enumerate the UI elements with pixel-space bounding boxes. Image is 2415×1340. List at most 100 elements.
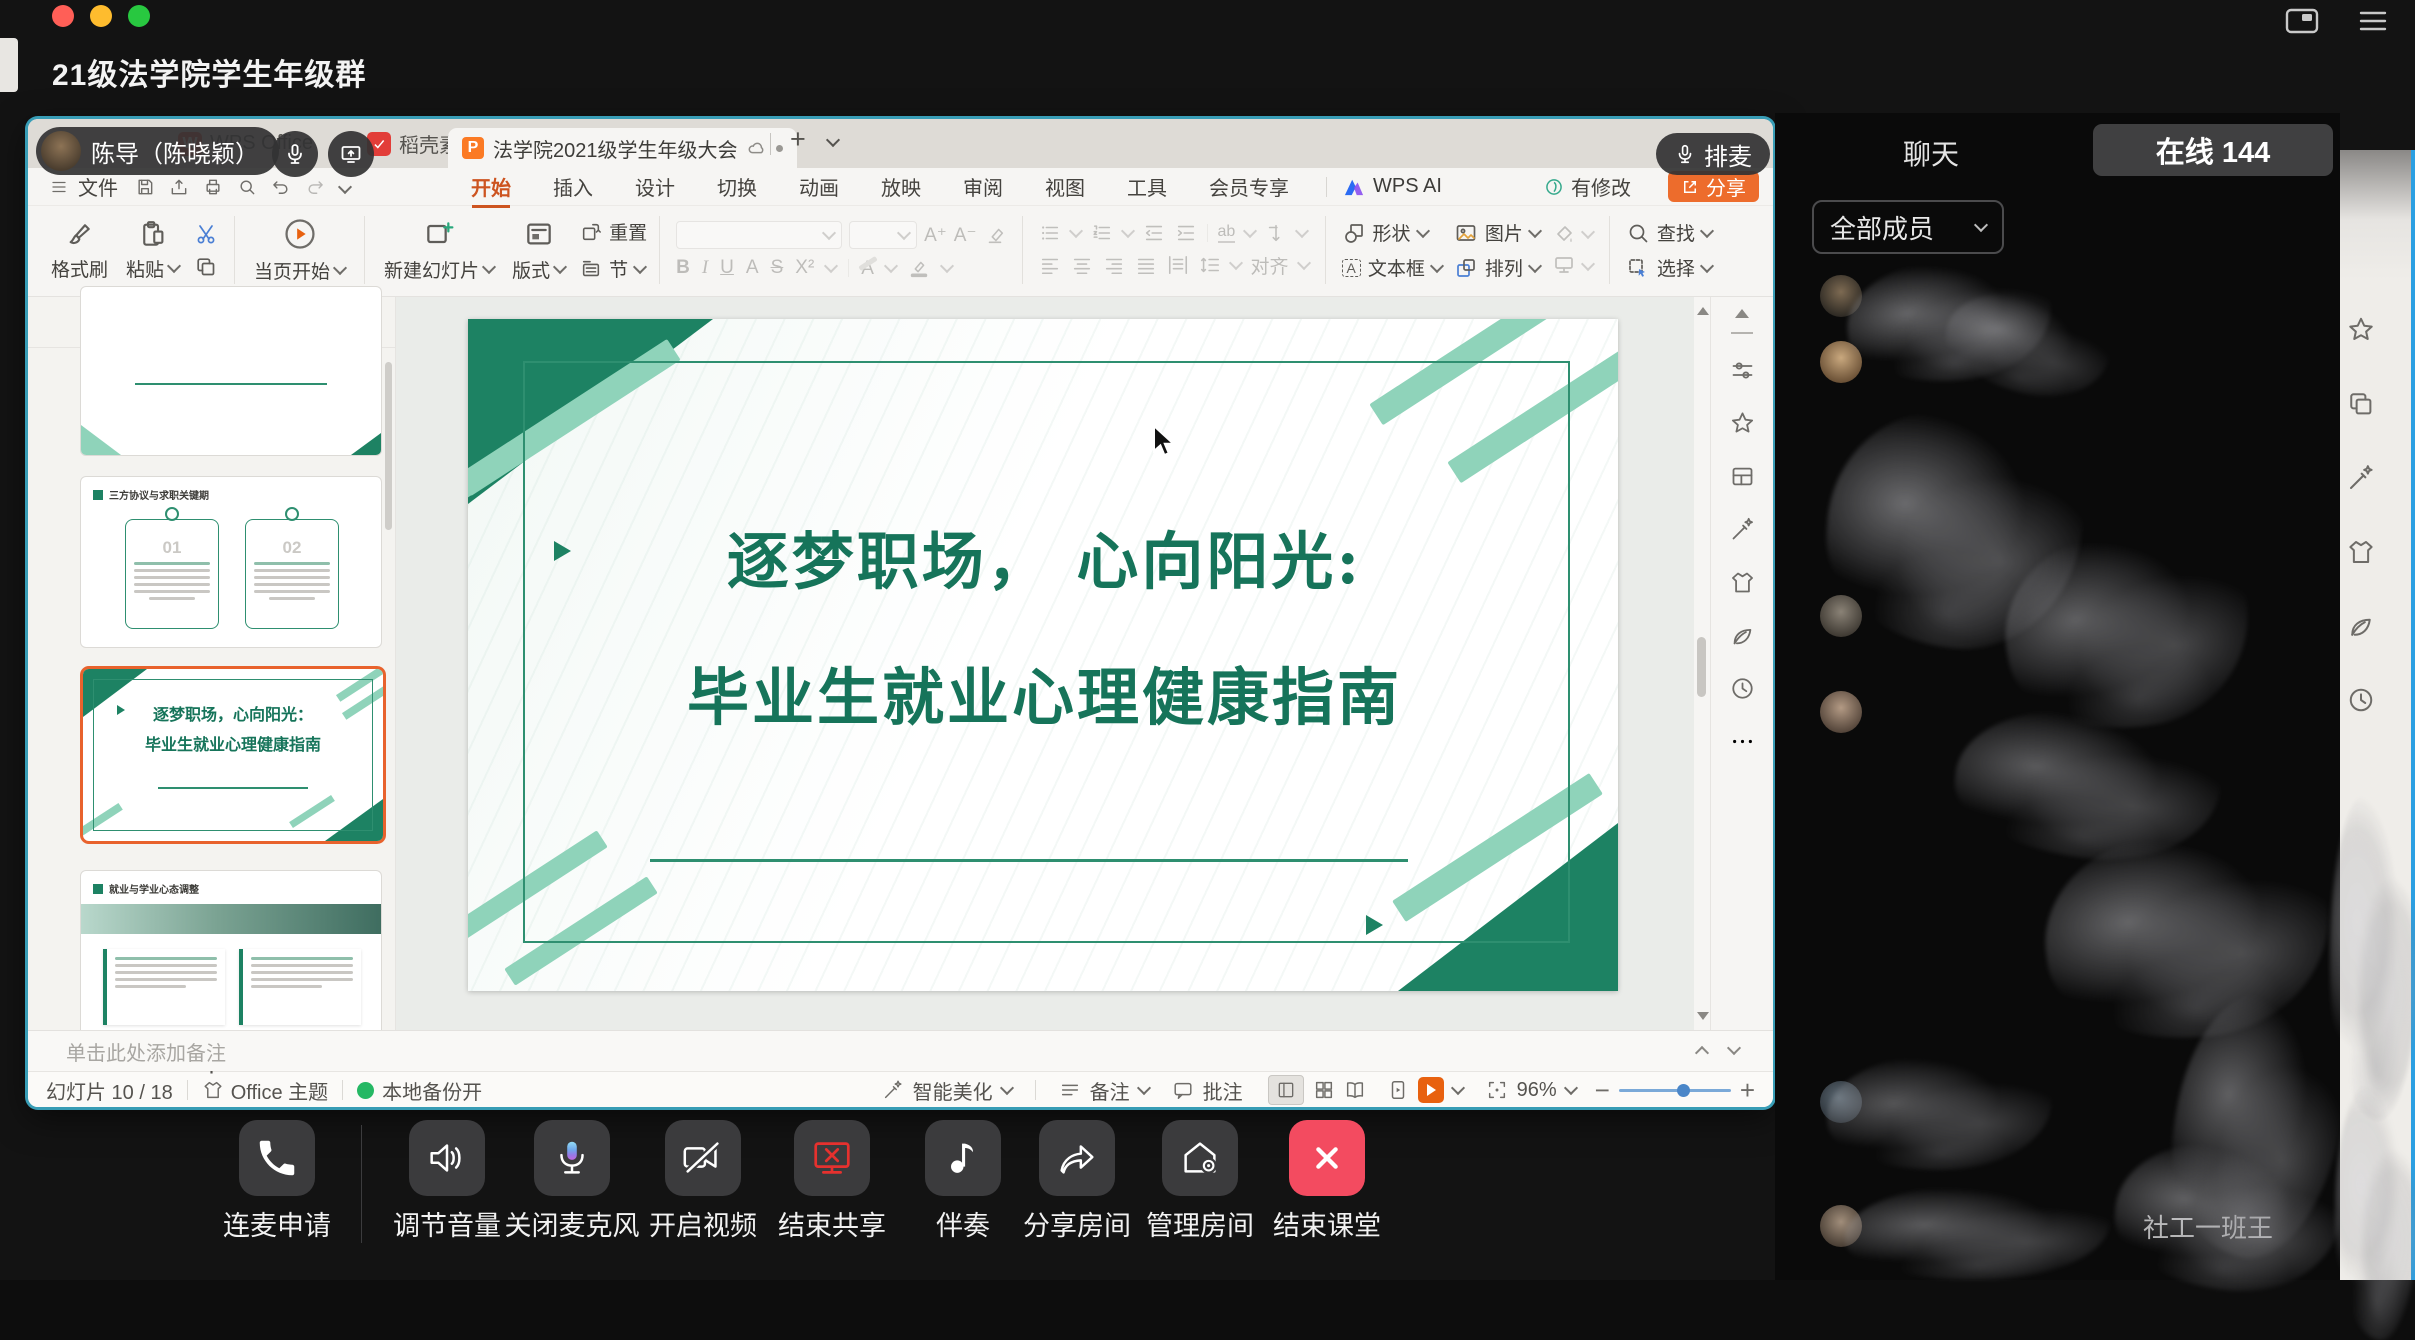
distribute-icon[interactable] bbox=[1167, 254, 1189, 276]
paste-button[interactable]: 粘贴 bbox=[117, 210, 188, 290]
share-room-button[interactable] bbox=[1039, 1120, 1115, 1196]
slide-scrollbar[interactable] bbox=[1694, 297, 1710, 1030]
tab-document[interactable]: P 法学院2021级学生年级大会 bbox=[448, 128, 797, 168]
bullet-list-icon[interactable] bbox=[1039, 222, 1061, 244]
play-from-current-button[interactable]: 当页开始 bbox=[245, 210, 354, 290]
fill-bucket-icon[interactable] bbox=[1552, 222, 1576, 246]
menu-tab-home[interactable]: 开始 bbox=[450, 172, 532, 201]
font-family-select[interactable] bbox=[676, 221, 842, 249]
font-size-select[interactable] bbox=[849, 221, 917, 249]
slideshow-play-button[interactable] bbox=[1418, 1077, 1444, 1103]
zoom-out-button[interactable]: − bbox=[1595, 1075, 1610, 1106]
more-panes-icon[interactable] bbox=[1729, 728, 1756, 755]
menu-tab-transition[interactable]: 切换 bbox=[696, 172, 778, 201]
shapes-button[interactable]: 形状 bbox=[1342, 219, 1442, 246]
properties-icon[interactable] bbox=[1729, 357, 1756, 384]
comment-button[interactable]: 批注 bbox=[1203, 1076, 1243, 1105]
strikethrough-button[interactable]: S bbox=[771, 257, 784, 279]
cut-icon[interactable] bbox=[194, 221, 218, 245]
notes-placeholder[interactable]: 单击此处添加备注 bbox=[66, 1037, 226, 1066]
slide-sorter-icon[interactable] bbox=[1313, 1079, 1335, 1101]
clear-format-icon[interactable] bbox=[984, 224, 1006, 246]
pinyin-guide-button[interactable]: ab bbox=[1218, 223, 1236, 243]
menu-file[interactable]: 文件 bbox=[68, 172, 128, 201]
menu-tab-slideshow[interactable]: 放映 bbox=[860, 172, 942, 201]
text-shadow-button[interactable]: A bbox=[746, 257, 759, 279]
panel-scrollbar[interactable] bbox=[385, 362, 392, 530]
menu-tab-animation[interactable]: 动画 bbox=[778, 172, 860, 201]
copy-icon[interactable] bbox=[194, 255, 218, 279]
fit-slide-icon[interactable] bbox=[1486, 1079, 1508, 1101]
smart-beautify-button[interactable]: 智能美化 bbox=[913, 1076, 993, 1105]
presenter-mic-button[interactable] bbox=[272, 131, 318, 177]
mic-request-button[interactable] bbox=[239, 1120, 315, 1196]
menu-tab-member[interactable]: 会员专享 bbox=[1188, 172, 1310, 201]
text-direction-icon[interactable] bbox=[1265, 222, 1287, 244]
menu-tab-insert[interactable]: 插入 bbox=[532, 172, 614, 201]
minimize-button[interactable] bbox=[90, 5, 112, 27]
save-icon[interactable] bbox=[135, 177, 155, 197]
layout-pane-icon[interactable] bbox=[1729, 463, 1756, 490]
reading-view-icon[interactable] bbox=[1344, 1079, 1366, 1101]
local-backup-status[interactable]: 本地备份开 bbox=[382, 1076, 482, 1105]
zoom-in-button[interactable]: + bbox=[1740, 1075, 1755, 1106]
phone-play-icon[interactable] bbox=[1387, 1079, 1409, 1101]
next-slide-chevron[interactable] bbox=[1727, 1041, 1741, 1055]
reset-slide-button[interactable]: 重置 bbox=[580, 218, 647, 245]
shrink-font-button[interactable]: A⁻ bbox=[954, 224, 977, 247]
pip-window-icon[interactable] bbox=[2285, 8, 2319, 34]
modified-status[interactable]: 有修改 bbox=[1544, 172, 1631, 201]
notes-bar[interactable]: 单击此处添加备注 bbox=[28, 1030, 1773, 1071]
slide-thumbnail-11[interactable]: 11 就业与学业心态调整 bbox=[80, 870, 382, 1042]
grow-font-button[interactable]: A⁺ bbox=[924, 224, 947, 247]
history-pane-icon[interactable] bbox=[1729, 675, 1756, 702]
start-video-button[interactable] bbox=[665, 1120, 741, 1196]
numbered-list-icon[interactable] bbox=[1091, 222, 1113, 244]
member-filter-dropdown[interactable]: 全部成员 bbox=[1812, 200, 2004, 254]
print-icon[interactable] bbox=[203, 177, 223, 197]
find-button[interactable]: 查找 bbox=[1626, 219, 1712, 246]
export-icon[interactable] bbox=[169, 177, 189, 197]
undo-icon[interactable] bbox=[271, 177, 291, 197]
resource-pane-icon[interactable] bbox=[1729, 622, 1756, 649]
zoom-slider[interactable] bbox=[1619, 1089, 1731, 1092]
align-right-icon[interactable] bbox=[1103, 254, 1125, 276]
arrange-button[interactable]: 排列 bbox=[1454, 254, 1540, 281]
normal-view-button[interactable] bbox=[1268, 1075, 1304, 1105]
theme-pane-icon[interactable] bbox=[1729, 569, 1756, 596]
align-left-icon[interactable] bbox=[1039, 254, 1061, 276]
accompaniment-button[interactable] bbox=[925, 1120, 1001, 1196]
align-center-icon[interactable] bbox=[1071, 254, 1093, 276]
tab-list-chevron[interactable] bbox=[826, 133, 840, 147]
qat-chevron[interactable] bbox=[338, 179, 352, 193]
new-slide-button[interactable]: 新建幻灯片 bbox=[375, 210, 503, 290]
menu-icon[interactable] bbox=[2358, 9, 2388, 33]
mute-mic-button[interactable] bbox=[534, 1120, 610, 1196]
increase-indent-icon[interactable] bbox=[1175, 222, 1197, 244]
italic-button[interactable]: I bbox=[702, 257, 708, 279]
volume-button[interactable] bbox=[409, 1120, 485, 1196]
end-class-button[interactable] bbox=[1289, 1120, 1365, 1196]
select-button[interactable]: 选择 bbox=[1626, 254, 1712, 281]
slide-layout-button[interactable]: 版式 bbox=[503, 210, 574, 290]
prev-slide-chevron[interactable] bbox=[1695, 1046, 1709, 1060]
manage-room-button[interactable] bbox=[1162, 1120, 1238, 1196]
slide-thumbnail-8[interactable] bbox=[80, 286, 382, 456]
slide-canvas[interactable]: 逐梦职场， 心向阳光: 毕业生就业心理健康指南 bbox=[396, 297, 1694, 1030]
zoom-level[interactable]: 96% bbox=[1517, 1079, 1557, 1102]
slide-master-icon[interactable] bbox=[1552, 254, 1576, 278]
notes-button[interactable]: 备注 bbox=[1090, 1076, 1130, 1105]
slide-thumbnail-9[interactable]: 9 三方协议与求职关键期 01 02 bbox=[80, 476, 382, 648]
format-painter-button[interactable]: 格式刷 bbox=[42, 210, 117, 290]
zoom-button[interactable] bbox=[128, 5, 150, 27]
picture-button[interactable]: 图片 bbox=[1454, 219, 1540, 246]
menu-tab-view[interactable]: 视图 bbox=[1024, 172, 1106, 201]
scroll-up-arrow[interactable] bbox=[1735, 309, 1749, 318]
justify-icon[interactable] bbox=[1135, 254, 1157, 276]
highlight-icon[interactable] bbox=[908, 257, 930, 279]
textbox-button[interactable]: A 文本框 bbox=[1342, 254, 1442, 281]
section-button[interactable]: 节 bbox=[580, 255, 647, 282]
presenter-screenshare-button[interactable] bbox=[328, 131, 374, 177]
close-button[interactable] bbox=[52, 5, 74, 27]
bold-button[interactable]: B bbox=[676, 257, 690, 279]
